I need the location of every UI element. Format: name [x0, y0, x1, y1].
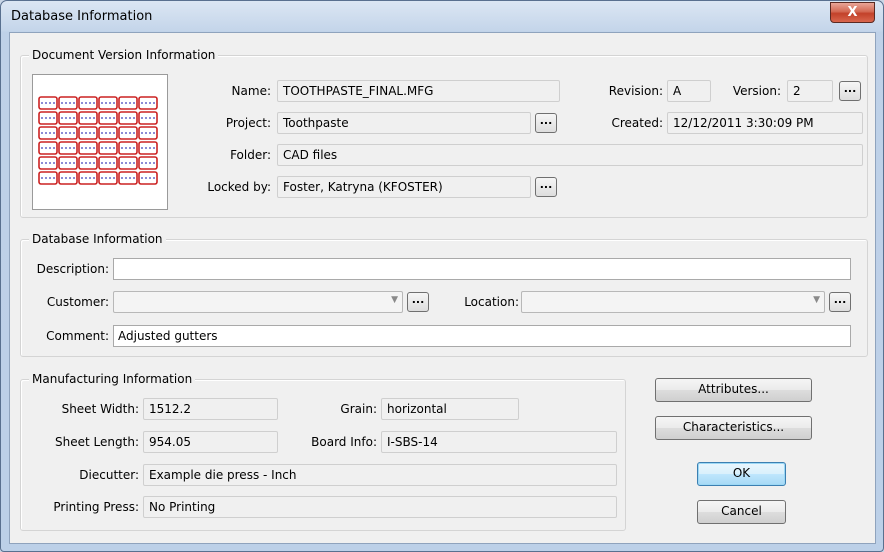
chevron-down-icon: ▼: [391, 295, 398, 305]
revision-field: A: [667, 80, 711, 102]
created-field: 12/12/2011 3:30:09 PM: [667, 112, 863, 134]
board-info-label: Board Info:: [311, 435, 377, 449]
sheet-length-field: 954.05: [143, 431, 278, 453]
dialog-client-area: Document Version Information Name: TOOTH…: [9, 32, 876, 544]
thumbnail-image: [38, 96, 158, 185]
comment-input[interactable]: Adjusted gutters: [113, 325, 851, 347]
sheet-length-label: Sheet Length:: [55, 435, 139, 449]
document-thumbnail: [32, 74, 168, 210]
description-input[interactable]: [113, 258, 851, 280]
customer-browse-button[interactable]: ...: [407, 292, 429, 312]
customer-label: Customer:: [46, 295, 109, 309]
location-browse-button[interactable]: ...: [829, 292, 851, 312]
manufacturing-info-group: Manufacturing Information Sheet Width: 1…: [20, 372, 626, 531]
locked-by-browse-button[interactable]: ...: [535, 177, 557, 197]
close-icon: X: [847, 5, 858, 20]
document-version-group: Document Version Information Name: TOOTH…: [20, 48, 868, 218]
project-label: Project:: [225, 116, 271, 130]
revision-label: Revision:: [608, 84, 663, 98]
printing-press-label: Printing Press:: [53, 500, 139, 514]
group-title: Manufacturing Information: [29, 372, 196, 386]
folder-field: CAD files: [277, 144, 863, 166]
version-field: 2: [787, 80, 833, 102]
locked-by-field: Foster, Katryna (KFOSTER): [277, 176, 531, 198]
dialog-window: Database Information X Document Version …: [0, 0, 884, 552]
chevron-down-icon: ▼: [813, 295, 820, 305]
project-browse-button[interactable]: ...: [535, 113, 557, 133]
window-title: Database Information: [11, 9, 153, 24]
ok-button[interactable]: OK: [697, 462, 786, 486]
name-field: TOOTHPASTE_FINAL.MFG: [277, 80, 560, 102]
group-title: Document Version Information: [29, 48, 219, 62]
board-info-field: I-SBS-14: [381, 431, 617, 453]
sheet-width-label: Sheet Width:: [61, 402, 139, 416]
version-label: Version:: [732, 84, 781, 98]
grain-label: Grain:: [340, 402, 377, 416]
created-label: Created:: [611, 116, 663, 130]
description-label: Description:: [36, 262, 109, 276]
customer-dropdown[interactable]: ▼: [113, 291, 403, 313]
grain-field: horizontal: [381, 398, 519, 420]
cancel-button[interactable]: Cancel: [697, 500, 786, 524]
project-field: Toothpaste: [277, 112, 531, 134]
printing-press-field: No Printing: [143, 496, 617, 518]
version-browse-button[interactable]: ...: [839, 81, 861, 101]
group-title: Database Information: [29, 232, 166, 246]
location-dropdown[interactable]: ▼: [521, 291, 825, 313]
folder-label: Folder:: [230, 148, 271, 162]
comment-label: Comment:: [46, 329, 109, 343]
attributes-button[interactable]: Attributes...: [655, 378, 812, 402]
location-label: Location:: [464, 295, 519, 309]
database-info-group: Database Information Description: Custom…: [20, 232, 868, 357]
name-label: Name:: [231, 84, 271, 98]
diecutter-label: Diecutter:: [79, 468, 139, 482]
title-bar[interactable]: Database Information X: [1, 1, 883, 32]
characteristics-button[interactable]: Characteristics...: [655, 416, 812, 440]
close-button[interactable]: X: [830, 2, 875, 23]
sheet-width-field: 1512.2: [143, 398, 278, 420]
locked-by-label: Locked by:: [207, 180, 271, 194]
diecutter-field: Example die press - Inch: [143, 464, 617, 486]
